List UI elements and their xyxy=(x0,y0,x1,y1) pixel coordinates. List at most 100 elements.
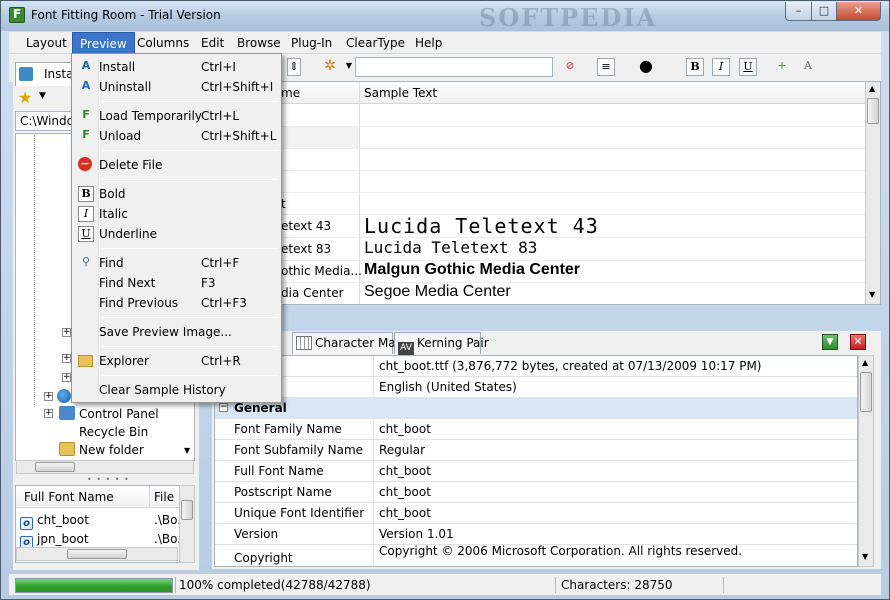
add-font-icon[interactable]: + xyxy=(773,58,791,76)
tree-scroll-down-icon[interactable]: ▼ xyxy=(184,446,190,455)
sample-text-cell[interactable]: Lucida Teletext 83 xyxy=(364,238,537,257)
menu-item-find[interactable]: ⚲ Find Ctrl+F xyxy=(74,253,279,273)
sample-text-cell[interactable]: Segoe Media Center xyxy=(364,283,511,301)
list-vertical-scrollbar[interactable] xyxy=(179,485,195,563)
menu-item-uninstall[interactable]: A Uninstall Ctrl+Shift+I xyxy=(74,77,279,97)
property-row[interactable]: Full Font Name cht_boot xyxy=(215,461,857,482)
tree-expander[interactable]: + xyxy=(44,409,53,418)
font-name-cell[interactable]: othic Media... xyxy=(281,264,362,278)
sun-icon[interactable]: ✲ xyxy=(321,58,339,76)
menu-columns[interactable]: Columns xyxy=(130,32,196,54)
menu-item-bold[interactable]: B Bold xyxy=(74,184,279,204)
property-row[interactable]: Font Family Name cht_boot xyxy=(215,419,857,440)
tree-expander[interactable]: + xyxy=(44,392,53,401)
list-horizontal-scrollbar[interactable] xyxy=(16,547,178,561)
menu-item-find-next[interactable]: Find Next F3 xyxy=(74,273,279,293)
favorites-dropdown-icon[interactable]: ▼ xyxy=(39,91,46,101)
menu-separator xyxy=(102,179,278,180)
font-name-cell[interactable]: etext 43 xyxy=(281,219,331,233)
column-header-sample-text[interactable]: Sample Text xyxy=(364,86,437,100)
menu-item-install[interactable]: A Install Ctrl+I xyxy=(74,57,279,77)
menu-item-explorer[interactable]: ▭ Explorer Ctrl+R xyxy=(74,351,279,371)
scrollbar-thumb[interactable] xyxy=(35,462,75,472)
tree-horizontal-scrollbar[interactable] xyxy=(16,460,194,474)
menu-browse[interactable]: Browse xyxy=(230,32,288,54)
scroll-up-icon[interactable]: ▲ xyxy=(869,84,875,93)
scrollbar-thumb[interactable] xyxy=(67,549,127,559)
menu-plugin[interactable]: Plug-In xyxy=(284,32,339,54)
column-header-file[interactable]: File xyxy=(150,486,180,508)
unload-icon: F xyxy=(82,128,90,141)
menu-layout[interactable]: Layout xyxy=(19,32,74,54)
tree-expander[interactable]: + xyxy=(62,373,71,382)
menu-edit[interactable]: Edit xyxy=(194,32,231,54)
property-row[interactable]: Font Subfamily Name Regular xyxy=(215,440,857,461)
property-row[interactable]: English (United States) xyxy=(215,377,857,398)
grid-vertical-scrollbar[interactable]: ▲ ▼ xyxy=(865,82,880,304)
menu-item-unload[interactable]: F Unload Ctrl+Shift+L xyxy=(74,126,279,146)
close-button[interactable]: ✕ xyxy=(836,2,881,21)
tab-character-map[interactable]: Character Map xyxy=(292,332,403,354)
scrollbar-thumb[interactable] xyxy=(181,500,193,520)
italic-toolbar-icon[interactable]: I xyxy=(712,58,730,76)
maximize-button[interactable]: □ xyxy=(811,2,837,21)
color-picker-icon[interactable]: ● xyxy=(629,58,663,76)
menu-item-clear-sample-history[interactable]: Clear Sample History xyxy=(74,380,279,400)
property-row[interactable]: Copyright Copyright © 2006 Microsoft Cor… xyxy=(215,544,857,566)
splitter-handle[interactable]: • • • • • xyxy=(87,475,130,484)
size-spinner-icon[interactable]: ⇕ xyxy=(287,58,301,76)
sample-text-cell[interactable]: Malgun Gothic Media Center xyxy=(364,261,580,279)
minimize-button[interactable]: – xyxy=(785,2,812,21)
property-key: Unique Font Identifier xyxy=(234,506,365,520)
close-panel-icon[interactable]: ✕ xyxy=(850,334,866,350)
scroll-up-icon[interactable]: ▲ xyxy=(862,358,868,367)
sample-text-input[interactable] xyxy=(355,57,553,77)
tree-expander[interactable]: + xyxy=(62,354,71,363)
favorites-star-icon[interactable]: ★ xyxy=(18,88,32,107)
list-icon[interactable]: ≡ xyxy=(597,58,615,76)
menu-item-delete-file[interactable]: − Delete File xyxy=(74,155,279,175)
menu-help[interactable]: Help xyxy=(408,32,449,54)
app-icon xyxy=(9,7,25,23)
details-vertical-scrollbar[interactable]: ▲ ▼ xyxy=(858,355,874,567)
bold-toolbar-icon[interactable]: B xyxy=(686,58,704,76)
menu-item-save-preview-image[interactable]: Save Preview Image... xyxy=(74,322,279,342)
menu-item-load-temporarily[interactable]: F Load Temporarily Ctrl+L xyxy=(74,106,279,126)
menu-cleartype[interactable]: ClearType xyxy=(339,32,412,54)
row-divider xyxy=(213,126,865,127)
property-row[interactable]: Unique Font Identifier cht_boot xyxy=(215,503,857,524)
property-group-general[interactable]: − General xyxy=(215,398,857,419)
menu-item-underline[interactable]: U Underline xyxy=(74,224,279,244)
tab-kerning-pair[interactable]: AV Kerning Pair xyxy=(394,332,489,356)
font-name-cell[interactable]: etext 83 xyxy=(281,242,331,256)
property-row[interactable]: e cht_boot.ttf (3,876,772 bytes, created… xyxy=(215,356,857,377)
font-name-cell[interactable]: dia Center xyxy=(281,286,344,300)
menu-item-label: Unload xyxy=(99,129,142,143)
tree-item-recycle-bin[interactable]: Recycle Bin xyxy=(59,424,148,439)
list-item[interactable]: o cht_boot xyxy=(20,513,89,530)
sample-text-cell[interactable]: Lucida Teletext 43 xyxy=(364,214,599,238)
tree-item-label: Control Panel xyxy=(79,407,159,421)
path-field[interactable]: C:\Windo xyxy=(15,111,75,131)
scrollbar-thumb[interactable] xyxy=(867,98,879,124)
menu-item-label: Load Temporarily xyxy=(99,109,202,123)
outline-font-icon[interactable]: A xyxy=(799,58,817,76)
underline-toolbar-icon[interactable]: U xyxy=(739,58,757,76)
column-header-full-font-name[interactable]: Full Font Name xyxy=(16,486,150,508)
scrollbar-thumb[interactable] xyxy=(860,372,872,412)
menu-separator xyxy=(102,346,278,347)
tree-item-new-folder[interactable]: New folder xyxy=(59,442,144,457)
menu-preview[interactable]: Preview xyxy=(72,32,135,54)
collapse-icon[interactable]: − xyxy=(219,403,228,412)
scroll-down-icon[interactable]: ▼ xyxy=(869,290,875,299)
tree-item-control-panel[interactable]: Control Panel xyxy=(59,406,159,421)
clear-icon[interactable]: ⊘ xyxy=(561,58,579,76)
menu-separator xyxy=(102,317,278,318)
menu-item-find-previous[interactable]: Find Previous Ctrl+F3 xyxy=(74,293,279,313)
tree-expander[interactable]: + xyxy=(62,328,71,337)
scroll-down-icon[interactable]: ▼ xyxy=(862,552,868,561)
export-icon[interactable]: ▼ xyxy=(822,334,838,350)
column-header-name[interactable]: me xyxy=(281,86,300,100)
menu-item-italic[interactable]: I Italic xyxy=(74,204,279,224)
property-row[interactable]: Postscript Name cht_boot xyxy=(215,482,857,503)
